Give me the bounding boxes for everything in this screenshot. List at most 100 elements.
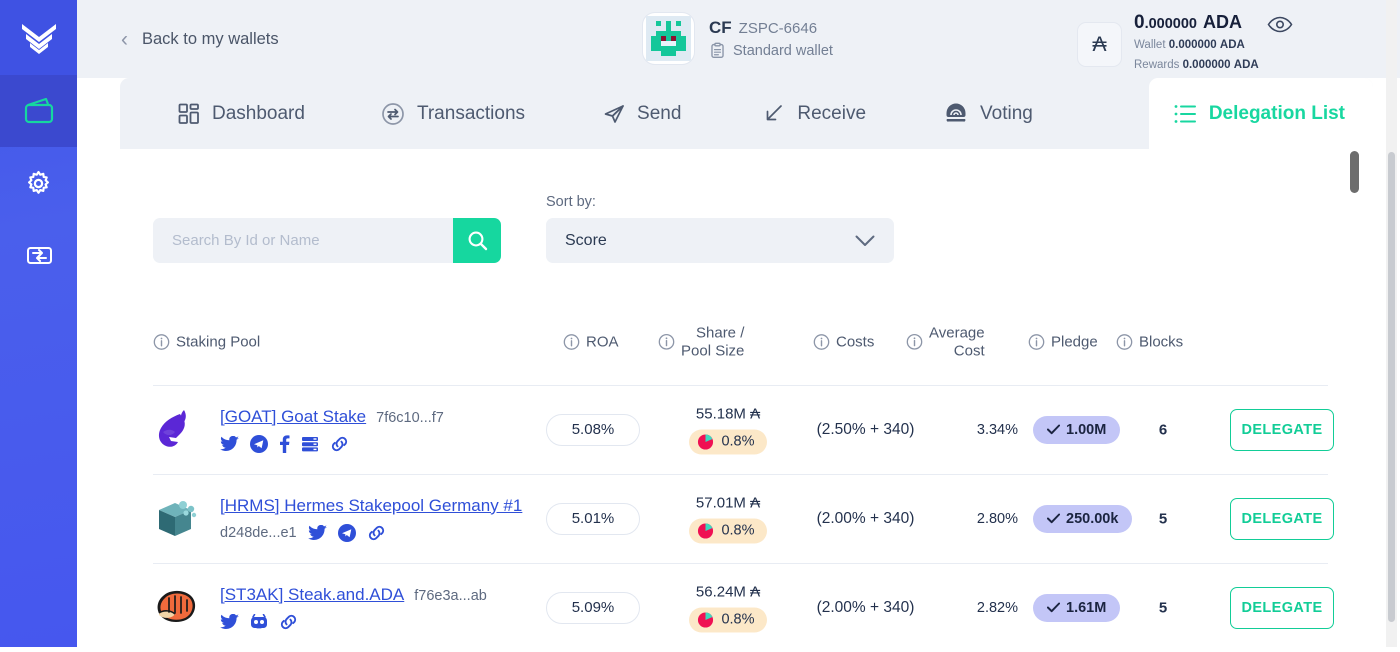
check-icon <box>1047 424 1060 435</box>
receive-arrow-icon <box>767 104 783 120</box>
share-line-1: Share / <box>696 324 745 342</box>
balance-unit: ADA <box>1203 12 1242 32</box>
tab-dashboard-label: Dashboard <box>212 102 305 124</box>
tab-voting-label: Voting <box>980 102 1033 124</box>
twitter-icon[interactable] <box>220 435 239 452</box>
table-header-row: Staking Pool ROA Share / Pool Size Costs… <box>153 321 1328 363</box>
page-scrollbar-thumb[interactable] <box>1388 152 1395 622</box>
wallet-balance-line: Wallet 0.000000 ADA <box>1134 37 1259 54</box>
sidebar-item-settings[interactable] <box>0 147 77 219</box>
ada-symbol-icon: ₳ <box>1092 32 1107 56</box>
rewards-balance-amount: 0.000000 <box>1182 59 1231 72</box>
sort-by-select[interactable]: Score <box>546 218 894 263</box>
status-badge: 0.8% <box>689 429 767 454</box>
tab-transactions-label: Transactions <box>416 102 526 124</box>
pool-size-value: 57.01M ₳ <box>695 494 761 511</box>
average-cost-value: 2.82% <box>976 599 1018 616</box>
blocks-value: 5 <box>1158 510 1168 527</box>
app-logo[interactable] <box>0 0 77 75</box>
gear-icon <box>27 170 50 194</box>
avg-line-1: Average <box>929 324 985 342</box>
table-row: [GOAT] Goat Stake 7f6c10...f7 5.08% 55.1… <box>153 385 1334 474</box>
pie-chart-icon <box>698 611 714 628</box>
pool-size-value: 55.18M ₳ <box>695 405 761 422</box>
yoroi-chevrons-logo-icon <box>21 23 56 54</box>
clipboard-icon <box>711 42 724 58</box>
dashboard-grid-icon <box>178 103 199 124</box>
delegate-button[interactable]: DELEGATE <box>1230 586 1334 629</box>
top-header: ‹ Back to my wallets CF ZSPC-6646 Standa… <box>77 0 1400 78</box>
sidebar-item-transfer[interactable] <box>0 219 77 291</box>
check-icon <box>1047 513 1060 524</box>
pool-name-link[interactable]: [HRMS] Hermes Stakepool Germany #1 <box>220 496 522 516</box>
pool-hash: d248de...e1 <box>220 524 297 541</box>
search-icon <box>468 231 487 251</box>
pool-info: [ST3AK] Steak.and.ADA f76e3a...ab <box>220 585 487 631</box>
status-badge: 0.8% <box>689 518 767 543</box>
delegate-button[interactable]: DELEGATE <box>1230 497 1334 540</box>
pool-name-link[interactable]: [ST3AK] Steak.and.ADA <box>220 585 404 605</box>
search-input[interactable] <box>153 218 453 263</box>
pool-hash: 7f6c10...f7 <box>376 409 444 426</box>
table-row: [HRMS] Hermes Stakepool Germany #1 d248d… <box>153 474 1334 563</box>
pledge-badge: 1.61M <box>1033 593 1121 622</box>
twitter-icon[interactable] <box>220 613 239 630</box>
pledge-cell: 1.61M <box>1033 593 1121 622</box>
pixel-identicon-icon <box>646 16 691 61</box>
column-header-staking-pool: Staking Pool <box>153 334 260 351</box>
back-to-wallets-button[interactable]: ‹ Back to my wallets <box>121 29 279 50</box>
tab-transactions[interactable]: Transactions <box>355 78 551 149</box>
rewards-balance-label: Rewards <box>1134 59 1180 72</box>
currency-toggle-button[interactable]: ₳ <box>1077 22 1122 67</box>
avg-line-2: Cost <box>953 342 985 359</box>
toggle-balance-visibility-button[interactable] <box>1267 16 1293 38</box>
sidebar-item-wallets[interactable] <box>0 75 77 147</box>
sort-by-label: Sort by: <box>546 194 596 210</box>
share-pool-size-cell: 55.18M ₳ 0.8% <box>658 405 798 454</box>
telegram-icon[interactable] <box>250 434 268 453</box>
telegram-icon[interactable] <box>337 523 356 542</box>
check-icon <box>1047 602 1060 613</box>
panel-scrollbar-thumb[interactable] <box>1350 151 1359 193</box>
tab-dashboard[interactable]: Dashboard <box>152 78 331 149</box>
list-icon <box>1174 104 1196 123</box>
tab-send[interactable]: Send <box>577 78 707 149</box>
pool-logo <box>153 583 203 633</box>
pie-chart-icon <box>698 433 714 450</box>
costs-value: (2.00% + 340) <box>816 509 915 527</box>
github-icon[interactable] <box>250 613 268 630</box>
info-icon <box>813 334 830 350</box>
tab-delegation-list[interactable]: Delegation List <box>1148 78 1373 149</box>
facebook-icon[interactable] <box>279 434 290 453</box>
pool-hash-and-socials: d248de...e1 <box>220 523 522 542</box>
column-header-roa-label: ROA <box>586 333 619 351</box>
link-icon[interactable] <box>279 613 298 631</box>
steak-logo-icon <box>157 590 196 622</box>
page-scrollbar[interactable] <box>1386 0 1397 647</box>
twitter-icon[interactable] <box>307 524 327 541</box>
column-header-share-pool-size-label: Share / Pool Size <box>681 324 744 359</box>
left-sidebar <box>0 0 77 647</box>
tab-voting[interactable]: Voting <box>918 78 1059 149</box>
tab-receive[interactable]: Receive <box>737 78 892 149</box>
search-button[interactable] <box>453 218 501 263</box>
pledge-cell: 250.00k <box>1033 504 1133 533</box>
link-icon[interactable] <box>367 524 386 542</box>
balance-summary: 0.000000 ADA Wallet 0.000000 ADA Rewards … <box>1134 12 1259 75</box>
list-controls: Sort by: Score <box>153 194 894 263</box>
pool-logo <box>153 405 203 455</box>
pledge-badge: 1.00M <box>1033 415 1121 444</box>
pool-social-links <box>220 434 444 453</box>
pool-name-link[interactable]: [GOAT] Goat Stake <box>220 407 366 427</box>
share-value: 0.8% <box>721 522 755 539</box>
column-header-costs: Costs <box>813 334 874 351</box>
panel-scrollbar[interactable] <box>1350 149 1359 647</box>
send-paper-plane-icon <box>604 104 624 123</box>
server-icon[interactable] <box>301 435 319 453</box>
link-icon[interactable] <box>330 435 349 453</box>
sort-group: Sort by: Score <box>546 194 894 263</box>
delegate-button[interactable]: DELEGATE <box>1230 408 1334 451</box>
pool-size-value: 56.24M ₳ <box>695 583 761 600</box>
average-cost-value: 2.80% <box>976 510 1018 527</box>
pledge-value: 1.61M <box>1066 599 1107 616</box>
